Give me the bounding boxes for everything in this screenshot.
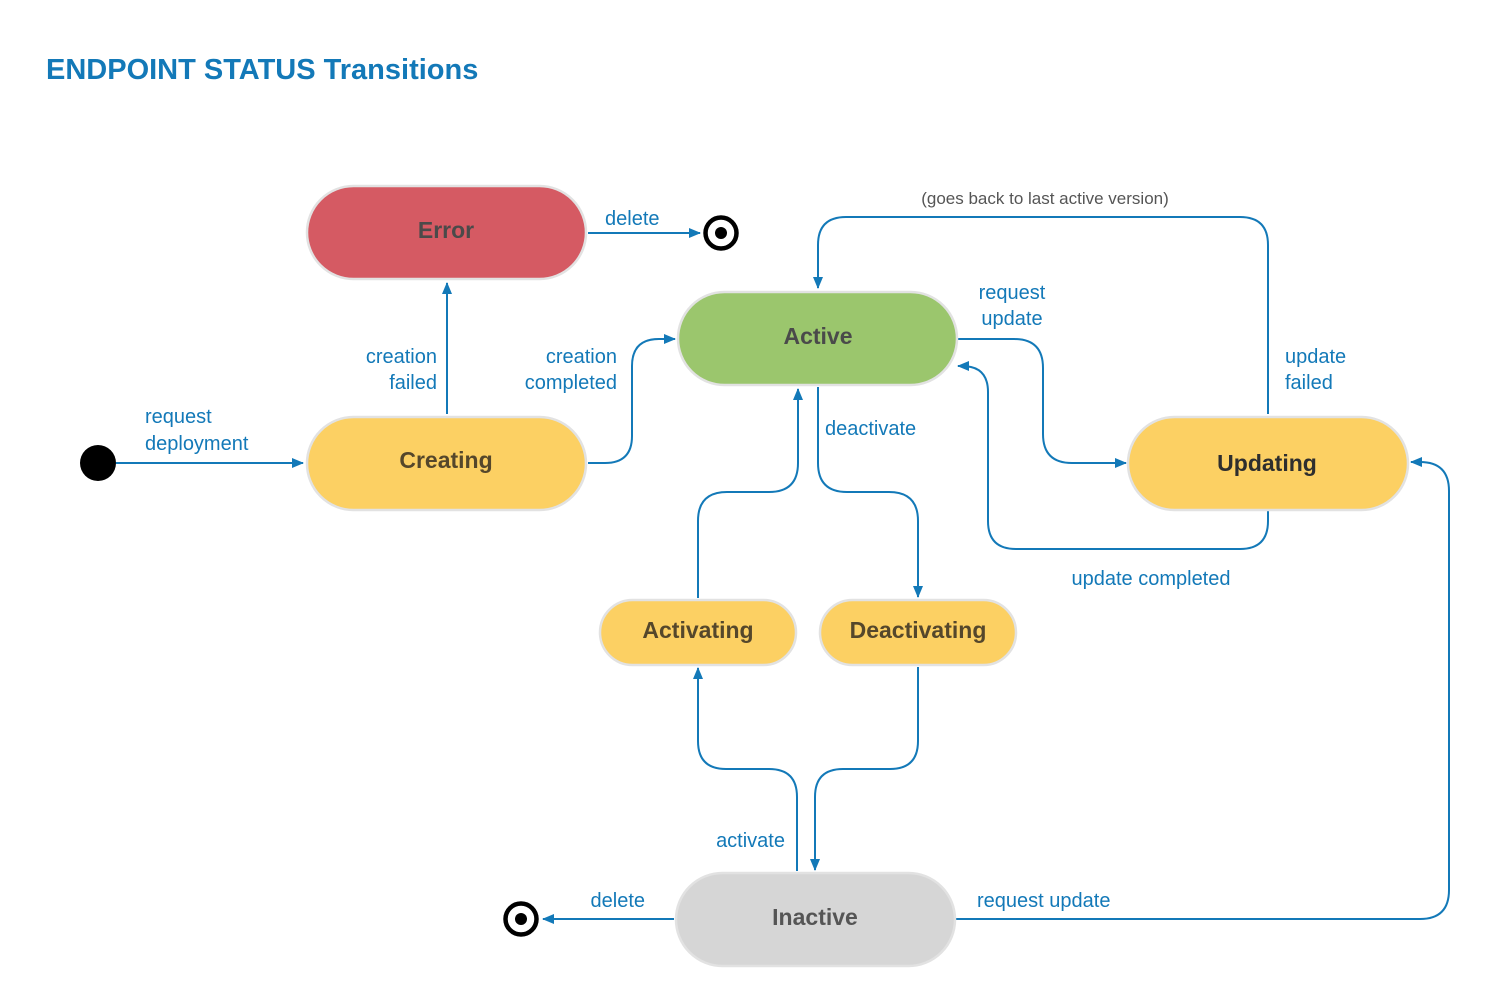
- label-update-completed: update completed: [1071, 568, 1230, 590]
- label-activate: activate: [716, 830, 785, 852]
- final-state-error: [703, 215, 739, 251]
- state-inactive[interactable]: Inactive: [674, 871, 957, 968]
- label-request-update-active-1: request: [979, 282, 1046, 304]
- label-creation-failed-1: creation: [366, 346, 437, 368]
- edge-activating-done: [697, 388, 803, 598]
- state-active[interactable]: Active: [676, 290, 959, 387]
- state-creating-label: Creating: [399, 447, 492, 473]
- label-update-failed-note: (goes back to last active version): [921, 189, 1169, 208]
- edge-deactivating-done: [810, 667, 919, 871]
- state-diagram: Error Active Creating Updating Activatin…: [80, 184, 1450, 968]
- state-activating-label: Activating: [642, 617, 753, 643]
- edge-request-update-inactive: [956, 457, 1450, 920]
- state-creating[interactable]: Creating: [305, 415, 588, 512]
- final-state-inactive: [503, 901, 539, 937]
- label-creation-failed-2: failed: [389, 372, 437, 394]
- state-inactive-label: Inactive: [772, 904, 858, 930]
- label-request-update-active-2: update: [981, 308, 1042, 330]
- label-request-deployment-1: request: [145, 406, 212, 428]
- label-request-update-inactive: request update: [977, 890, 1110, 912]
- edge-request-update-active: [958, 338, 1127, 468]
- state-active-label: Active: [783, 323, 852, 349]
- state-activating[interactable]: Activating: [598, 598, 798, 667]
- label-creation-completed-2: completed: [525, 372, 617, 394]
- label-update-failed-2: failed: [1285, 372, 1333, 394]
- label-error-delete: delete: [605, 208, 660, 230]
- label-deactivate: deactivate: [825, 418, 916, 440]
- state-updating[interactable]: Updating: [1126, 415, 1410, 512]
- label-update-failed-1: update: [1285, 346, 1346, 368]
- state-deactivating-label: Deactivating: [850, 617, 987, 643]
- initial-state-dot: [80, 445, 116, 481]
- label-creation-completed-1: creation: [546, 346, 617, 368]
- state-deactivating[interactable]: Deactivating: [818, 598, 1018, 667]
- state-error-label: Error: [418, 217, 474, 243]
- state-updating-label: Updating: [1217, 450, 1317, 476]
- state-error[interactable]: Error: [305, 184, 588, 281]
- label-inactive-delete: delete: [591, 890, 646, 912]
- label-request-deployment-2: deployment: [145, 433, 249, 455]
